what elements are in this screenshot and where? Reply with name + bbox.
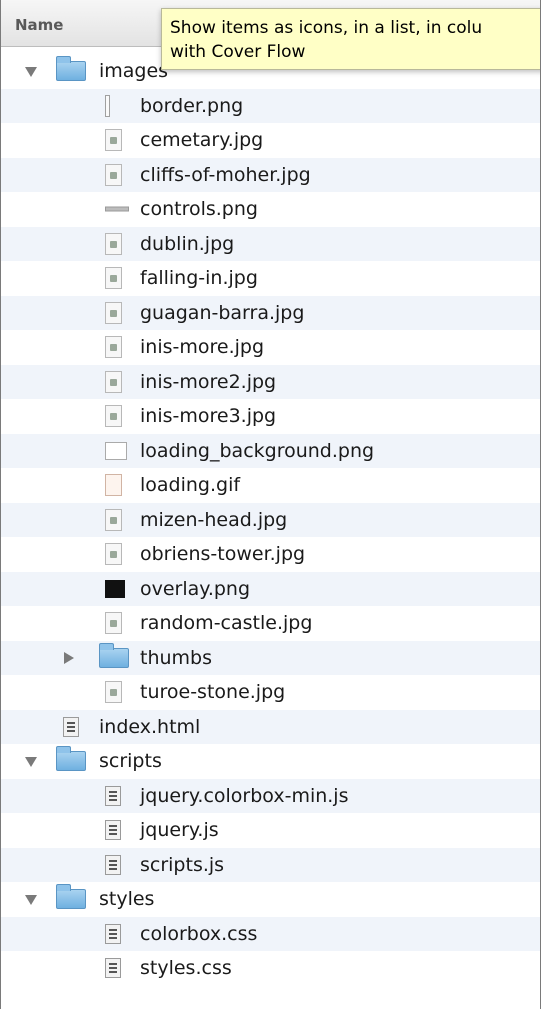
file-row[interactable]: loading_background.png xyxy=(1,433,540,468)
image-file-icon xyxy=(105,232,122,255)
item-label: loading_background.png xyxy=(140,439,375,462)
folder-row[interactable]: thumbs xyxy=(1,640,540,675)
item-label: jquery.js xyxy=(140,819,219,842)
folder-icon xyxy=(99,642,129,668)
image-file-icon xyxy=(105,681,122,704)
item-label: controls.png xyxy=(140,198,258,221)
file-row[interactable]: inis-more2.jpg xyxy=(1,364,540,399)
view-options-tooltip: Show items as icons, in a list, in colu … xyxy=(161,8,540,70)
blank-image-icon xyxy=(105,441,127,460)
controls-image-icon xyxy=(105,206,129,212)
file-list: images border.png cemetary.jpg cliffs-of-mo… xyxy=(1,54,540,986)
file-row[interactable]: jquery.js xyxy=(1,813,540,848)
image-file-icon xyxy=(105,612,122,635)
image-file-icon xyxy=(105,370,122,393)
document-icon xyxy=(105,785,121,806)
item-label: random-castle.jpg xyxy=(140,612,313,635)
gif-file-icon xyxy=(105,474,122,497)
file-row[interactable]: cliffs-of-moher.jpg xyxy=(1,157,540,192)
item-label: dublin.jpg xyxy=(140,232,235,255)
item-label: guagan-barra.jpg xyxy=(140,301,305,324)
item-label: falling-in.jpg xyxy=(140,267,258,290)
file-row[interactable]: jquery.colorbox-min.js xyxy=(1,778,540,813)
item-label: index.html xyxy=(99,715,201,738)
item-label: turoe-stone.jpg xyxy=(140,681,286,704)
disclosure-closed-icon[interactable] xyxy=(64,651,74,664)
file-row[interactable]: index.html xyxy=(1,709,540,744)
folder-icon xyxy=(56,56,86,82)
item-label: jquery.colorbox-min.js xyxy=(140,784,349,807)
disclosure-open-icon[interactable] xyxy=(25,67,37,77)
disclosure-open-icon[interactable] xyxy=(25,757,37,767)
document-icon xyxy=(105,820,121,841)
document-icon xyxy=(63,716,79,737)
thin-image-icon xyxy=(105,94,110,117)
image-file-icon xyxy=(105,405,122,428)
name-column-header[interactable]: Name xyxy=(15,16,63,34)
file-row[interactable]: mizen-head.jpg xyxy=(1,502,540,537)
item-label: border.png xyxy=(140,94,244,117)
item-label: mizen-head.jpg xyxy=(140,508,288,531)
document-icon xyxy=(105,923,121,944)
file-row[interactable]: random-castle.jpg xyxy=(1,606,540,641)
item-label: inis-more.jpg xyxy=(140,336,265,359)
file-row[interactable]: dublin.jpg xyxy=(1,226,540,261)
folder-row[interactable]: scripts xyxy=(1,744,540,779)
item-label: loading.gif xyxy=(140,474,241,497)
image-file-icon xyxy=(105,301,122,324)
item-label: scripts.js xyxy=(140,853,225,876)
file-row[interactable]: overlay.png xyxy=(1,571,540,606)
file-row[interactable]: inis-more.jpg xyxy=(1,330,540,365)
document-icon xyxy=(105,854,121,875)
file-row[interactable]: falling-in.jpg xyxy=(1,261,540,296)
item-label: cemetary.jpg xyxy=(140,129,264,152)
file-row[interactable]: turoe-stone.jpg xyxy=(1,675,540,710)
folder-icon xyxy=(56,884,86,910)
item-label: obriens-tower.jpg xyxy=(140,543,306,566)
image-file-icon xyxy=(105,336,122,359)
file-row[interactable]: obriens-tower.jpg xyxy=(1,537,540,572)
black-image-icon xyxy=(105,579,125,598)
file-row[interactable]: scripts.js xyxy=(1,847,540,882)
file-row[interactable]: loading.gif xyxy=(1,468,540,503)
item-label: styles.css xyxy=(140,957,232,980)
finder-list-view: Name Show items as icons, in a list, in … xyxy=(0,0,541,1009)
folder-row[interactable]: styles xyxy=(1,882,540,917)
item-label: overlay.png xyxy=(140,577,251,600)
image-file-icon xyxy=(105,129,122,152)
item-label: inis-more3.jpg xyxy=(140,405,277,428)
item-label: cliffs-of-moher.jpg xyxy=(140,163,311,186)
file-row[interactable]: cemetary.jpg xyxy=(1,123,540,158)
file-row[interactable]: controls.png xyxy=(1,192,540,227)
image-file-icon xyxy=(105,543,122,566)
disclosure-open-icon[interactable] xyxy=(25,895,37,905)
item-label: colorbox.css xyxy=(140,922,258,945)
item-label: scripts xyxy=(99,750,162,773)
image-file-icon xyxy=(105,267,122,290)
file-row[interactable]: border.png xyxy=(1,88,540,123)
folder-icon xyxy=(56,746,86,772)
item-label: styles xyxy=(99,888,155,911)
file-row[interactable]: colorbox.css xyxy=(1,916,540,951)
file-row[interactable]: inis-more3.jpg xyxy=(1,399,540,434)
file-row[interactable]: guagan-barra.jpg xyxy=(1,295,540,330)
document-icon xyxy=(105,958,121,979)
file-row[interactable]: styles.css xyxy=(1,951,540,986)
image-file-icon xyxy=(105,508,122,531)
image-file-icon xyxy=(105,163,122,186)
item-label: thumbs xyxy=(140,646,213,669)
item-label: inis-more2.jpg xyxy=(140,370,277,393)
item-label: images xyxy=(99,60,169,83)
